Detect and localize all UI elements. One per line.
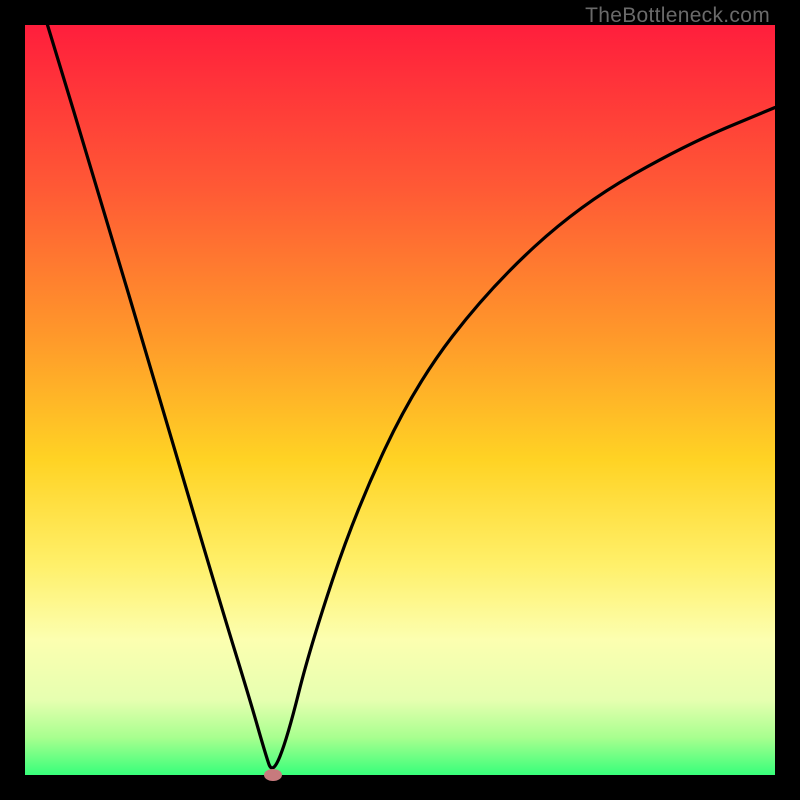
- bottleneck-curve: [25, 25, 775, 775]
- optimal-point-marker: [264, 769, 282, 781]
- chart-frame: [25, 25, 775, 775]
